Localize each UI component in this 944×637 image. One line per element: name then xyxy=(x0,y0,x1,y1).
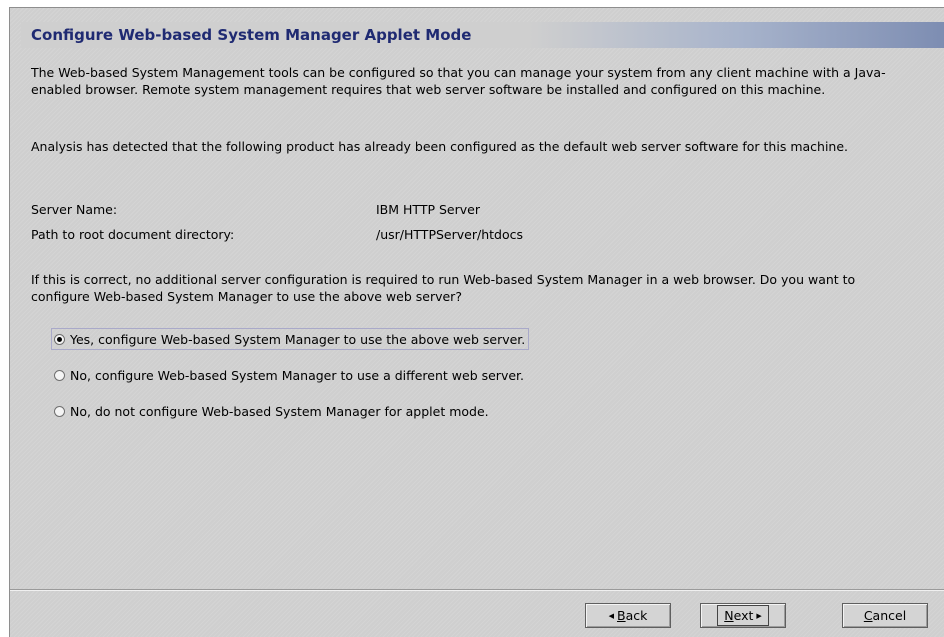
document-path-label: Path to root document directory: xyxy=(31,227,235,242)
next-button-focus-ring: Next ▶ xyxy=(717,605,769,626)
cancel-button[interactable]: Cancel xyxy=(842,603,928,628)
radio-use-different-server[interactable]: No, configure Web-based System Manager t… xyxy=(52,365,524,385)
triangle-left-icon: ◀ xyxy=(608,611,615,620)
cancel-button-mnemonic: C xyxy=(863,608,873,623)
document-path-value: /usr/HTTPServer/htdocs xyxy=(376,227,523,242)
radio-selected-icon[interactable] xyxy=(54,333,65,345)
radio-use-above-server[interactable]: Yes, configure Web-based System Manager … xyxy=(50,328,530,350)
wizard-window: Configure Web-based System Manager Apple… xyxy=(9,7,944,637)
back-button-mnemonic: B xyxy=(617,608,626,623)
back-button[interactable]: ◀ Back xyxy=(585,603,671,628)
analysis-paragraph: Analysis has detected that the following… xyxy=(31,139,849,154)
server-name-row: Server Name: IBM HTTP Server xyxy=(31,201,731,218)
document-path-row: Path to root document directory: /usr/HT… xyxy=(31,226,731,243)
dialog-title-bar: Configure Web-based System Manager Apple… xyxy=(21,22,944,48)
triangle-right-icon: ▶ xyxy=(756,611,762,620)
server-name-label: Server Name: xyxy=(31,202,118,217)
back-button-label: ack xyxy=(625,608,648,623)
button-bar: ◀ Back Next ▶ Cancel xyxy=(10,589,944,637)
server-name-value: IBM HTTP Server xyxy=(376,202,480,217)
radio-use-different-server-label: No, configure Web-based System Manager t… xyxy=(70,367,524,383)
next-button-mnemonic: N xyxy=(724,608,734,623)
next-button[interactable]: Next ▶ xyxy=(700,603,786,628)
radio-unselected-icon[interactable] xyxy=(54,369,65,381)
radio-no-applet-mode[interactable]: No, do not configure Web-based System Ma… xyxy=(52,401,489,421)
next-button-label: ext xyxy=(733,608,754,623)
question-paragraph: If this is correct, no additional server… xyxy=(31,272,856,304)
radio-use-above-server-label: Yes, configure Web-based System Manager … xyxy=(70,331,526,347)
radio-unselected-icon[interactable] xyxy=(54,405,65,417)
radio-no-applet-mode-label: No, do not configure Web-based System Ma… xyxy=(70,403,489,419)
intro-paragraph: The Web-based System Management tools ca… xyxy=(31,65,886,97)
dialog-title: Configure Web-based System Manager Apple… xyxy=(31,26,472,44)
cancel-button-label: ancel xyxy=(872,608,907,623)
